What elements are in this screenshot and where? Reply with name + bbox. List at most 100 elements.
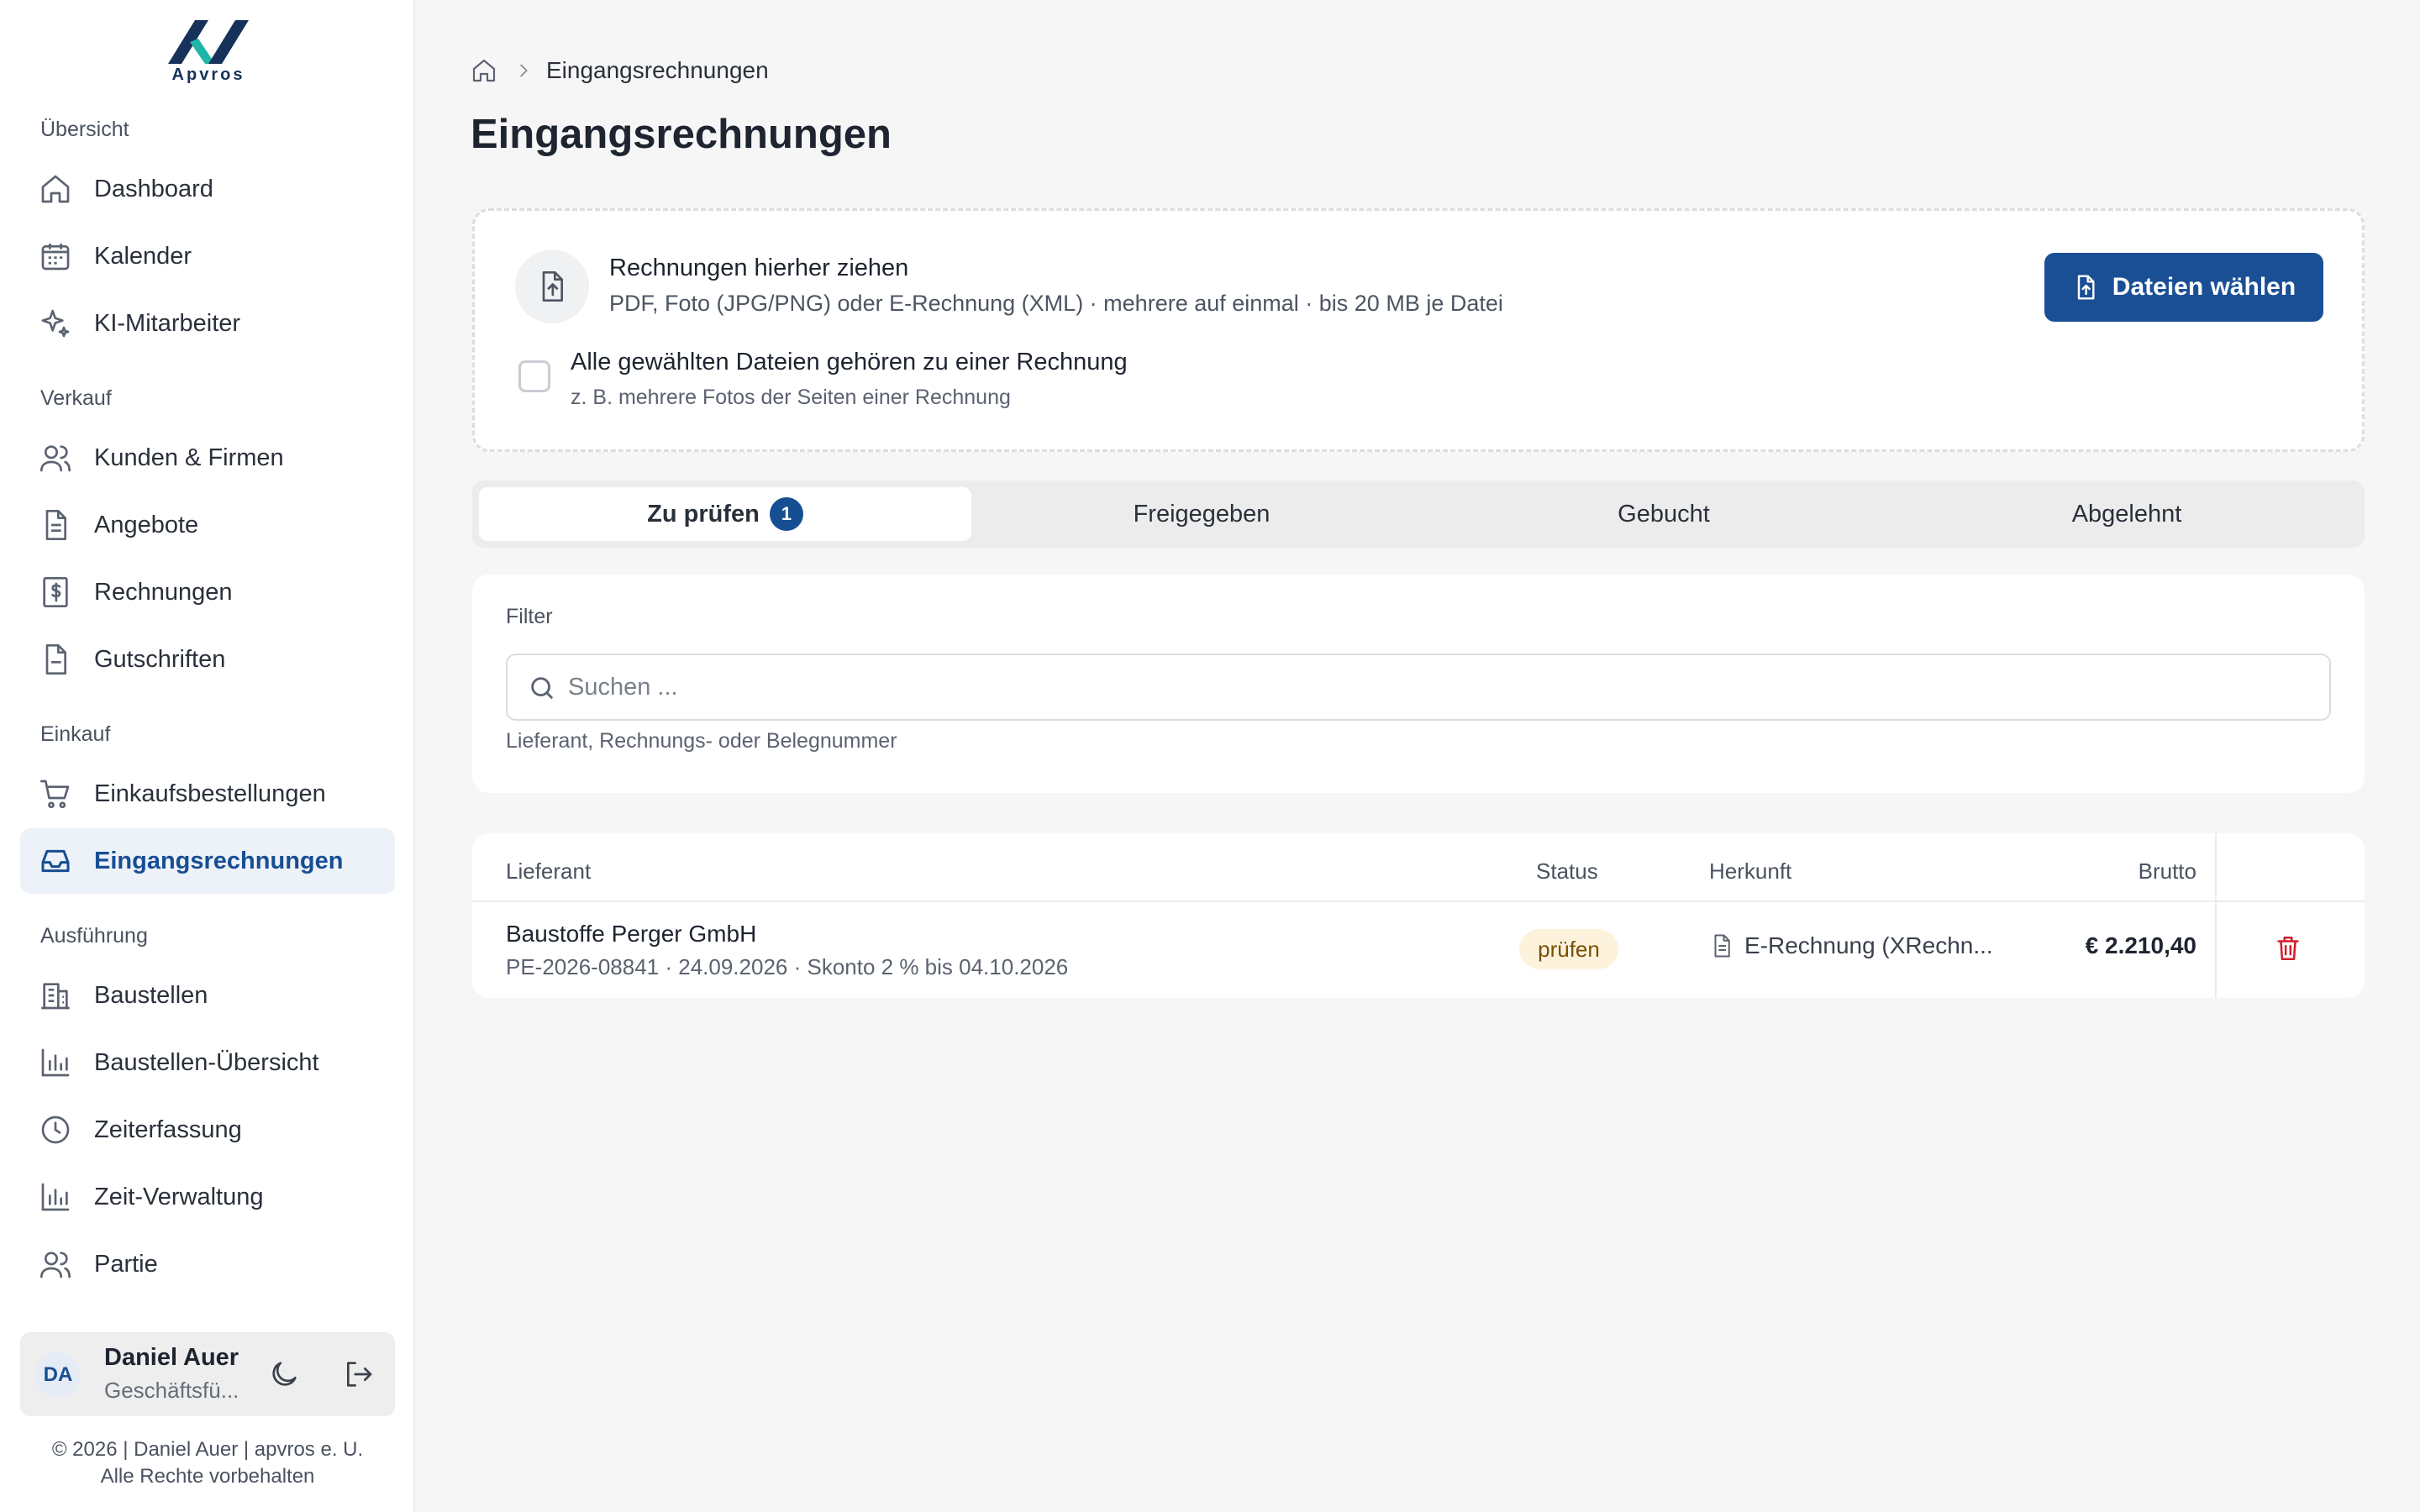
users-icon (40, 1252, 71, 1278)
tab-gebucht[interactable]: Gebucht (1432, 487, 1896, 541)
footer-rights: Alle Rechte vorbehalten (100, 1465, 315, 1488)
footer-copyright: © 2026 | Daniel Auer | apvros e. U. (51, 1438, 364, 1461)
bar-chart-icon (41, 1183, 70, 1211)
sidebar-item-einkaufsbestellungen[interactable]: Einkaufsbestellungen (20, 761, 395, 827)
sidebar-item-baustellen[interactable]: Baustellen (20, 963, 395, 1028)
clock-icon (41, 1116, 70, 1144)
choose-files-button[interactable]: Dateien wählen (2044, 253, 2323, 322)
breadcrumb: Eingangsrechnungen (471, 54, 769, 87)
sidebar-item-kalender[interactable]: Kalender (20, 223, 395, 289)
sidebar-item-label: Baustellen (94, 981, 208, 1009)
sidebar-item-label: Zeiterfassung (94, 1116, 242, 1143)
file-upload-icon (542, 271, 563, 302)
invoice-dollar-icon (43, 577, 68, 607)
tab-label: Abgelehnt (2071, 500, 2182, 528)
file-upload-icon (2077, 275, 2095, 300)
tab-zu-pruefen[interactable]: Zu prüfen 1 (479, 487, 971, 541)
column-header-herkunft: Herkunft (1709, 858, 1792, 884)
tab-label: Zu prüfen (647, 500, 760, 528)
sidebar-item-rechnungen[interactable]: Rechnungen (20, 559, 395, 625)
search-hint: Lieferant, Rechnungs- oder Belegnummer (506, 729, 897, 753)
upload-dropzone[interactable]: Rechnungen hierher ziehen PDF, Foto (JPG… (472, 208, 2365, 452)
users-icon (40, 445, 71, 472)
origin-cell: E-Rechnung (XRechn... (1709, 932, 1993, 959)
user-card[interactable]: DA Daniel Auer Geschäftsfü... (20, 1332, 395, 1416)
avatar: DA (35, 1352, 81, 1398)
calendar-icon (41, 244, 70, 270)
count-badge: 1 (769, 497, 803, 531)
single-invoice-checkbox[interactable] (518, 360, 550, 392)
column-header-brutto: Brutto (2138, 858, 2196, 884)
user-name: Daniel Auer (104, 1344, 239, 1371)
document-minus-icon (45, 644, 66, 675)
sparkles-icon (41, 309, 70, 338)
home-icon[interactable] (471, 57, 497, 84)
sidebar-item-label: KI-Mitarbeiter (94, 309, 241, 337)
status-tabs: Zu prüfen 1 Freigegeben Gebucht Abgelehn… (472, 480, 2365, 548)
sidebar-item-label: Kunden & Firmen (94, 444, 284, 471)
sidebar-item-label: Gutschriften (94, 645, 226, 673)
sidebar-item-label: Angebote (94, 511, 199, 538)
supplier-name[interactable]: Baustoffe Perger GmbH (506, 921, 756, 948)
logo-mark-icon (168, 20, 249, 64)
section-label-einkauf: Einkauf (40, 722, 111, 746)
search-icon (531, 677, 553, 699)
checkbox-hint: z. B. mehrere Fotos der Seiten einer Rec… (571, 386, 1011, 409)
column-header-status: Status (1536, 858, 1598, 884)
sidebar-item-dashboard[interactable]: Dashboard (20, 156, 395, 222)
invoice-table: Lieferant Status Herkunft Brutto Baustof… (472, 833, 2365, 998)
cart-icon (40, 780, 70, 809)
gross-amount: € 2.210,40 (2085, 932, 2196, 958)
sidebar-item-label: Baustellen-Übersicht (94, 1048, 319, 1076)
sidebar-item-ki-mitarbeiter[interactable]: KI-Mitarbeiter (20, 291, 395, 356)
sidebar-item-gutschriften[interactable]: Gutschriften (20, 627, 395, 692)
breadcrumb-current: Eingangsrechnungen (546, 57, 769, 83)
sidebar-item-baustellen-uebersicht[interactable]: Baustellen-Übersicht (20, 1030, 395, 1095)
header-divider (472, 900, 2365, 902)
sidebar-item-label: Einkaufsbestellungen (94, 780, 326, 807)
search-box[interactable] (506, 654, 2331, 721)
home-icon (41, 175, 70, 203)
moon-icon[interactable] (267, 1357, 301, 1391)
sidebar-item-eingangsrechnungen[interactable]: Eingangsrechnungen (20, 828, 395, 894)
sidebar: Apvros Übersicht Dashboard Kalender KI-M… (0, 0, 415, 1512)
brand-logo[interactable]: Apvros (160, 17, 257, 87)
sidebar-item-kunden-firmen[interactable]: Kunden & Firmen (20, 425, 395, 491)
status-badge: prüfen (1519, 929, 1618, 969)
upload-icon-wrap (515, 249, 589, 323)
upload-subtitle: PDF, Foto (JPG/PNG) oder E-Rechnung (XML… (609, 291, 1503, 316)
sidebar-item-zeiterfassung[interactable]: Zeiterfassung (20, 1097, 395, 1163)
filter-card: Filter Lieferant, Rechnungs- oder Belegn… (472, 575, 2365, 793)
logout-icon[interactable] (341, 1357, 375, 1391)
chevron-right-icon (520, 64, 528, 77)
upload-title: Rechnungen hierher ziehen (609, 255, 909, 281)
sidebar-item-label: Rechnungen (94, 578, 233, 606)
column-header-lieferant: Lieferant (506, 858, 592, 884)
tab-abgelehnt[interactable]: Abgelehnt (1896, 487, 2358, 541)
building-icon (41, 983, 70, 1010)
sidebar-item-angebote[interactable]: Angebote (20, 492, 395, 558)
tab-label: Gebucht (1618, 500, 1710, 528)
search-input[interactable] (568, 667, 2299, 707)
page-title: Eingangsrechnungen (471, 112, 892, 157)
logo-text: Apvros (171, 66, 245, 84)
invoice-meta: PE-2026-08841 · 24.09.2026 · Skonto 2 % … (506, 954, 1069, 979)
filter-label: Filter (506, 605, 553, 628)
sidebar-item-label: Zeit-Verwaltung (94, 1183, 264, 1210)
sidebar-item-label: Kalender (94, 242, 192, 270)
document-icon (45, 510, 66, 540)
sidebar-item-zeit-verwaltung[interactable]: Zeit-Verwaltung (20, 1164, 395, 1230)
section-label-ausfuehrung: Ausführung (40, 924, 148, 948)
section-label-uebersicht: Übersicht (40, 118, 129, 141)
tab-label: Freigegeben (1133, 500, 1270, 528)
trash-icon (2277, 936, 2299, 961)
tab-freigegeben[interactable]: Freigegeben (971, 487, 1432, 541)
sidebar-item-partie[interactable]: Partie (20, 1231, 395, 1297)
checkbox-label[interactable]: Alle gewählten Dateien gehören zu einer … (571, 349, 1128, 376)
delete-button[interactable] (2269, 929, 2307, 968)
document-icon (1714, 934, 1730, 958)
actions-divider (2215, 833, 2217, 998)
sidebar-item-label: Dashboard (94, 175, 213, 202)
sidebar-item-label: Partie (94, 1250, 158, 1278)
user-role: Geschäftsfü... (104, 1378, 239, 1403)
